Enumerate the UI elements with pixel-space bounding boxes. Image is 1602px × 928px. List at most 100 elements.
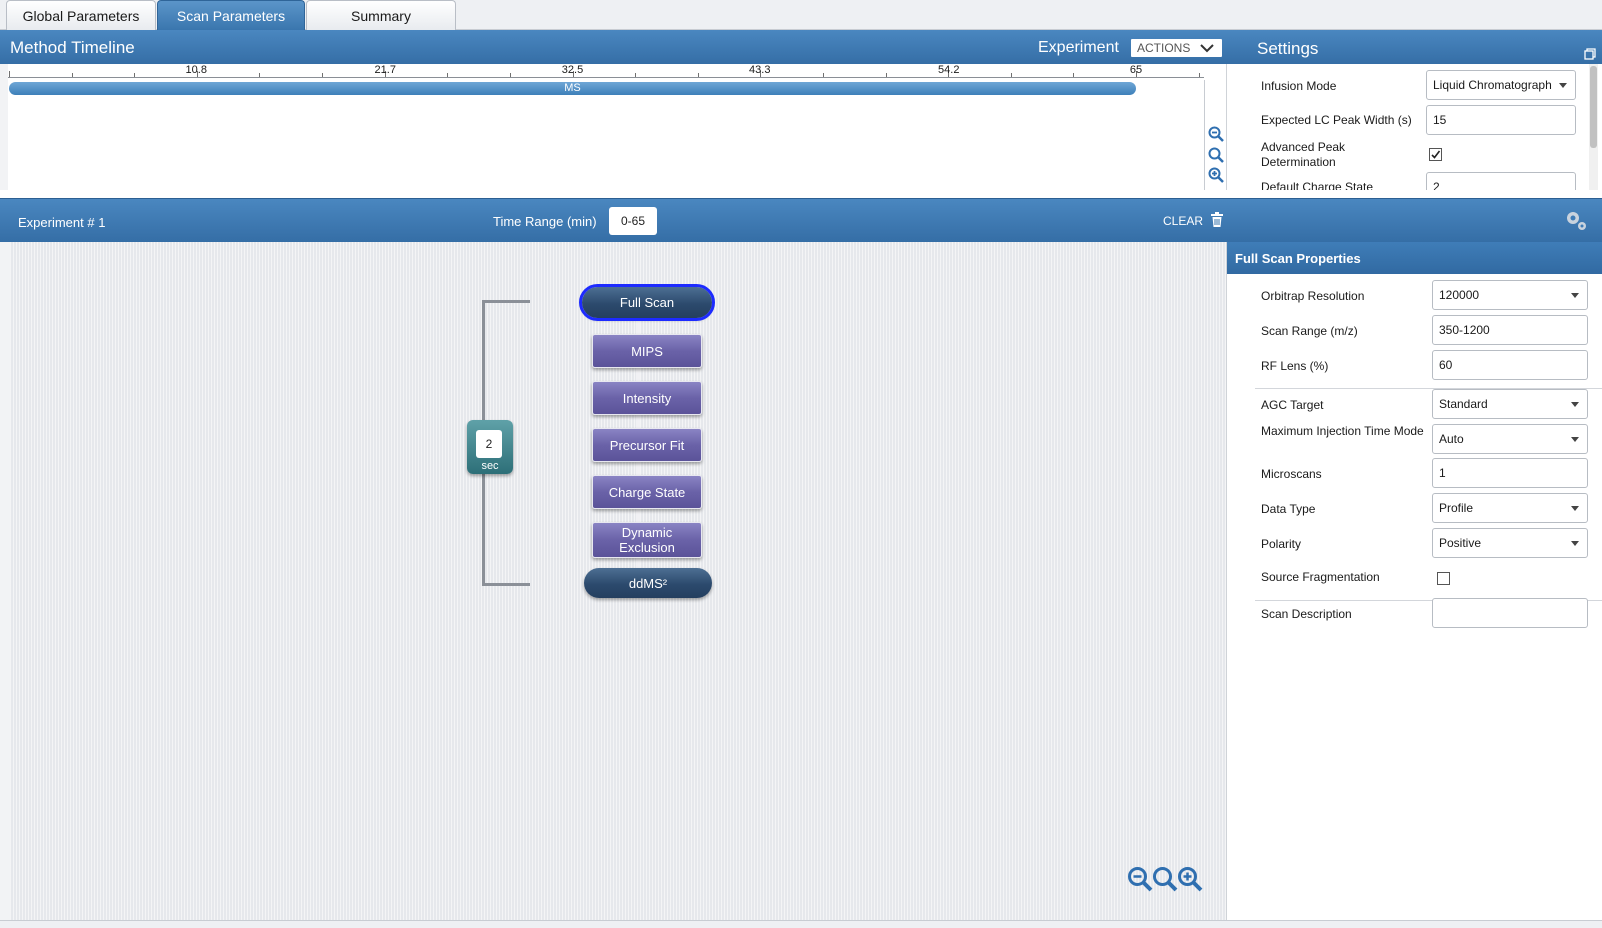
tab-bar: Global Parameters Scan Parameters Summar…	[0, 0, 1602, 30]
tab-summary[interactable]: Summary	[306, 0, 456, 30]
method-timeline: 10.8 21.7 32.5 43.3 54.2 65 MS	[0, 64, 1263, 190]
properties-title: Full Scan Properties	[1235, 251, 1361, 266]
filter-node-precursor-fit[interactable]: Precursor Fit	[592, 428, 702, 462]
infusion-mode-select[interactable]: Liquid Chromatograph	[1426, 70, 1576, 100]
canvas-zoom-reset-icon[interactable]	[1152, 866, 1178, 892]
ruler-tick-label: 65	[1129, 64, 1143, 76]
microscans-input[interactable]: 1	[1432, 458, 1588, 488]
full-scan-node[interactable]: Full Scan	[579, 284, 715, 321]
ruler-tick-label: 21.7	[374, 64, 396, 76]
agc-target-label: AGC Target	[1261, 398, 1324, 412]
experiment-header-right	[1226, 198, 1602, 242]
method-timeline-header: Method Timeline Experiment ACTIONS	[0, 30, 1226, 64]
timeline-zoom-controls	[1204, 80, 1226, 190]
rf-lens-input[interactable]: 60	[1432, 350, 1588, 380]
orbitrap-resolution-select[interactable]: 120000	[1432, 280, 1588, 310]
rf-lens-value: 60	[1439, 358, 1453, 372]
charge-state-input[interactable]: 2	[1426, 172, 1576, 190]
zoom-in-icon[interactable]	[1208, 167, 1224, 183]
source-fragmentation-label: Source Fragmentation	[1261, 570, 1380, 584]
canvas-zoom-out-icon[interactable]	[1127, 866, 1153, 892]
agc-target-select[interactable]: Standard	[1432, 389, 1588, 419]
charge-state-label: Default Charge State	[1261, 180, 1374, 190]
scan-description-input[interactable]	[1432, 598, 1588, 628]
time-range-label: Time Range (min)	[493, 214, 597, 229]
data-type-select[interactable]: Profile	[1432, 493, 1588, 523]
ruler-tick-label: 43.3	[749, 64, 771, 76]
tab-scan-parameters[interactable]: Scan Parameters	[157, 0, 305, 30]
settings-panel: Infusion Mode Liquid Chromatograph Expec…	[1226, 64, 1602, 190]
polarity-select[interactable]: Positive	[1432, 528, 1588, 558]
clear-label: CLEAR	[1163, 214, 1204, 228]
advanced-peak-label: Advanced Peak Determination	[1261, 140, 1346, 169]
ruler-tick	[1073, 73, 1075, 77]
polarity-label: Polarity	[1261, 537, 1302, 551]
polarity-value: Positive	[1439, 536, 1482, 550]
experiment-header: Experiment # 1 Time Range (min) 0-65 CLE…	[0, 198, 1226, 242]
dropdown-arrow-icon	[1571, 437, 1579, 442]
settings-header: Settings	[1226, 30, 1602, 64]
canvas-zoom-in-icon[interactable]	[1177, 866, 1203, 892]
dropdown-arrow-icon	[1559, 83, 1567, 88]
ruler-tick	[1010, 73, 1012, 77]
ruler-tick	[447, 73, 449, 77]
cycle-time-unit: sec	[481, 460, 499, 472]
max-injection-select[interactable]: Auto	[1432, 424, 1588, 454]
cycle-time-input[interactable]: 2	[476, 430, 502, 458]
source-fragmentation-checkbox[interactable]	[1437, 572, 1450, 585]
actions-label: ACTIONS	[1137, 41, 1191, 55]
scan-range-value: 350-1200	[1439, 323, 1490, 337]
ruler-tick	[885, 73, 887, 77]
properties-header: Full Scan Properties	[1227, 242, 1602, 274]
ruler-tick	[1198, 73, 1200, 77]
time-range-input[interactable]: 0-65	[609, 207, 657, 235]
checkmark-icon	[1431, 150, 1441, 159]
ruler-tick	[509, 73, 511, 77]
actions-dropdown[interactable]: ACTIONS	[1131, 39, 1222, 57]
scan-range-label: Scan Range (m/z)	[1261, 324, 1358, 338]
ruler-tick-label: 32.5	[561, 64, 584, 76]
experiment-title: Experiment # 1	[18, 215, 106, 230]
gears-icon[interactable]	[1564, 208, 1588, 232]
filter-node-intensity[interactable]: Intensity	[592, 381, 702, 415]
ruler-tick	[134, 73, 136, 77]
scan-description-label: Scan Description	[1261, 607, 1352, 621]
settings-scrollbar[interactable]	[1589, 64, 1598, 190]
ruler-tick	[822, 73, 824, 77]
peak-width-value: 15	[1433, 113, 1447, 127]
full-scan-properties-panel: Full Scan Properties Orbitrap Resolution…	[1226, 242, 1602, 920]
clear-button[interactable]: CLEAR	[1163, 212, 1223, 228]
dropdown-arrow-icon	[1571, 541, 1579, 546]
orbitrap-resolution-value: 120000	[1439, 288, 1480, 302]
advanced-peak-checkbox[interactable]	[1429, 148, 1442, 161]
microscans-value: 1	[1439, 466, 1446, 480]
cycle-time-control[interactable]: 2 sec	[467, 420, 513, 474]
ms-timeline-bar[interactable]: MS	[9, 82, 1136, 95]
trash-icon	[1211, 212, 1223, 227]
peak-width-input[interactable]: 15	[1426, 105, 1576, 135]
scan-range-input[interactable]: 350-1200	[1432, 315, 1588, 345]
filter-node-charge-state[interactable]: Charge State	[592, 475, 702, 509]
zoom-reset-icon[interactable]	[1208, 147, 1224, 163]
ddms2-node[interactable]: ddMS²	[584, 568, 712, 598]
data-type-value: Profile	[1439, 501, 1474, 515]
filter-node-mips[interactable]: MIPS	[592, 334, 702, 368]
restore-window-icon[interactable]	[1584, 48, 1596, 60]
status-strip	[0, 920, 1602, 928]
scrollbar-thumb[interactable]	[1590, 66, 1597, 148]
max-injection-value: Auto	[1439, 432, 1464, 446]
tab-global-parameters[interactable]: Global Parameters	[6, 0, 156, 30]
max-injection-label: Maximum Injection Time Mode	[1261, 424, 1424, 438]
infusion-mode-label: Infusion Mode	[1261, 79, 1337, 93]
data-type-label: Data Type	[1261, 502, 1316, 516]
workflow-canvas: Full Scan MIPS Intensity Precursor Fit C…	[0, 242, 1226, 920]
ruler-tick	[322, 73, 324, 77]
experiment-label: Experiment	[1038, 39, 1119, 56]
peak-width-label: Expected LC Peak Width (s)	[1261, 113, 1412, 127]
filter-node-dynamic-exclusion[interactable]: Dynamic Exclusion	[592, 522, 702, 558]
ruler-tick	[635, 73, 637, 77]
dropdown-arrow-icon	[1571, 506, 1579, 511]
ruler-tick	[9, 71, 10, 77]
zoom-out-icon[interactable]	[1208, 126, 1224, 142]
rf-lens-label: RF Lens (%)	[1261, 359, 1329, 373]
